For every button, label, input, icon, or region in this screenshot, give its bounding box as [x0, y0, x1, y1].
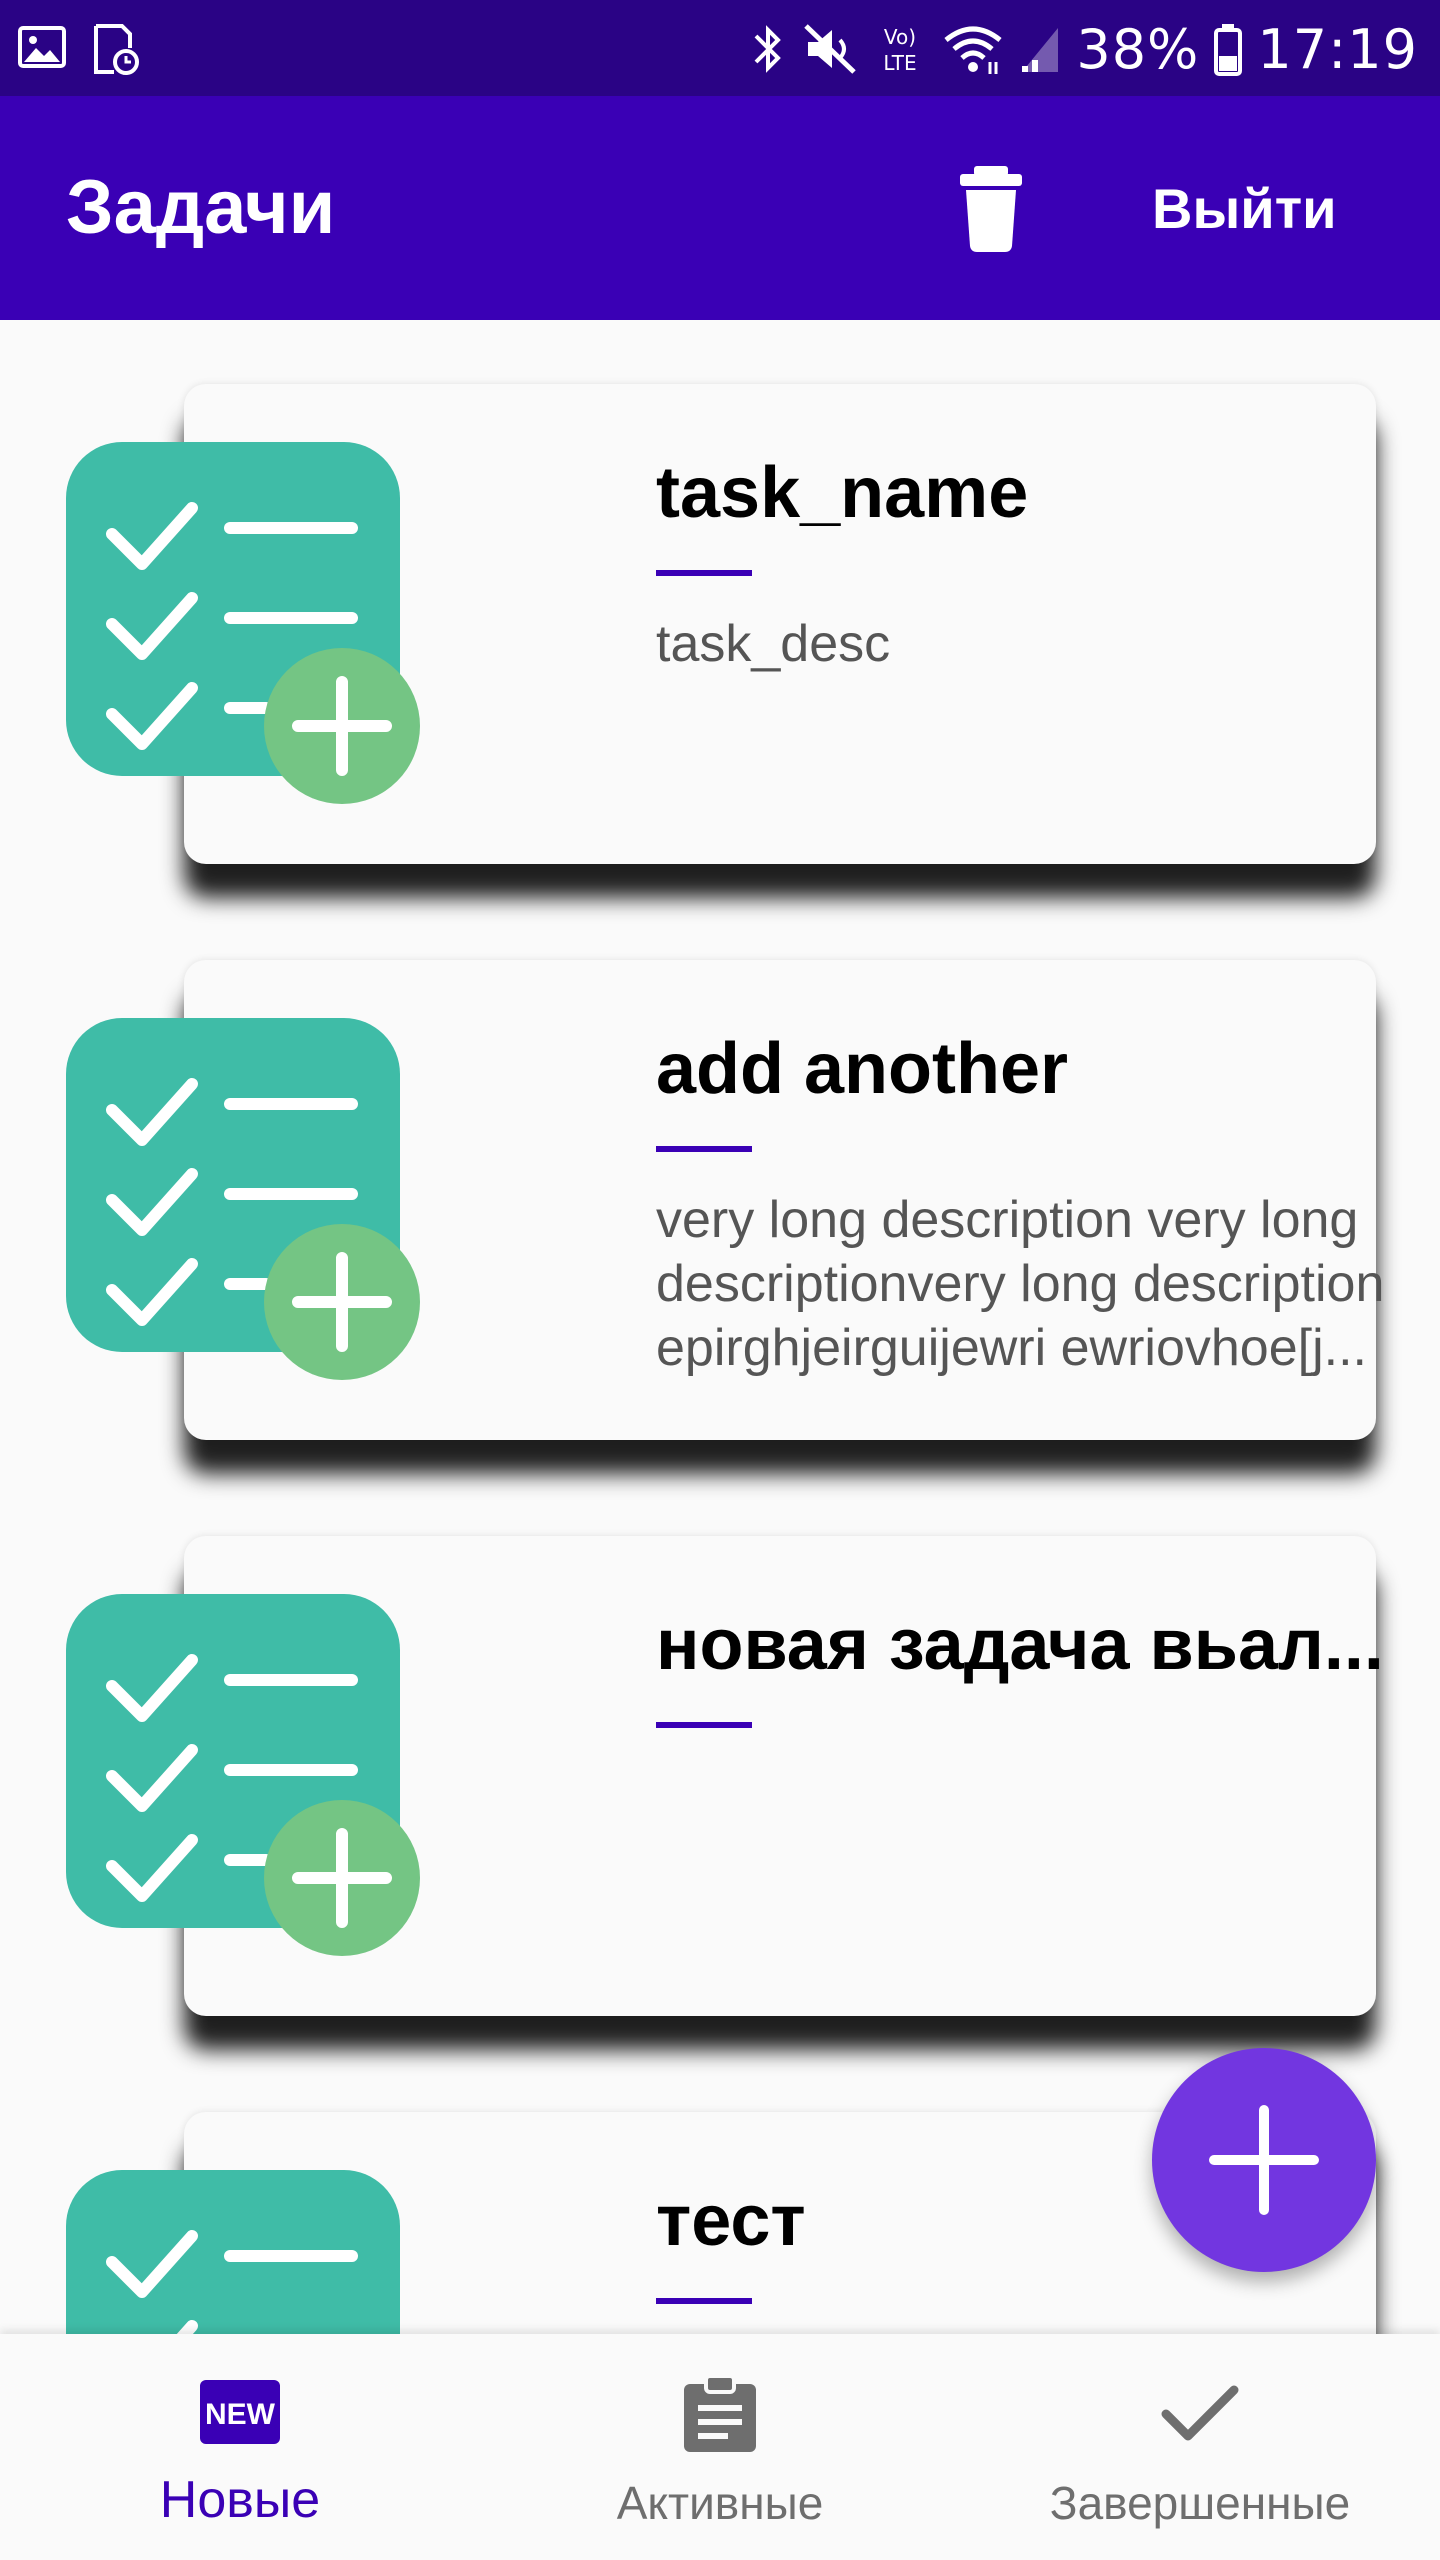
- gallery-icon: [18, 24, 66, 76]
- task-item[interactable]: task_name task_desc: [0, 384, 1440, 864]
- title-underline: [656, 570, 752, 576]
- checkmark-icon: [1161, 2385, 1239, 2441]
- tab-completed[interactable]: Завершенные: [960, 2334, 1440, 2560]
- signal-icon: [1018, 22, 1062, 76]
- task-title: task_name: [656, 453, 1029, 533]
- svg-text:Vo): Vo): [884, 25, 916, 49]
- page-title: Задачи: [66, 165, 336, 250]
- checklist-add-icon: [66, 1018, 420, 1380]
- clipboard-icon: [684, 2374, 756, 2452]
- tab-new[interactable]: NEW Новые: [0, 2334, 480, 2560]
- battery-icon: [1213, 22, 1243, 76]
- wifi-icon: [942, 22, 1004, 76]
- app-bar: Задачи Выйти: [0, 96, 1440, 320]
- title-underline: [656, 2298, 752, 2304]
- checklist-add-icon: [66, 1594, 420, 1956]
- volte-icon: Vo) LTE: [872, 22, 928, 76]
- file-clock-icon: [92, 24, 140, 76]
- checklist-add-icon: [66, 2170, 400, 2334]
- clock: 17:19: [1257, 17, 1418, 81]
- new-badge-text: NEW: [205, 2398, 276, 2431]
- checklist-add-icon: [66, 442, 420, 804]
- delete-button[interactable]: [948, 160, 1034, 254]
- task-description: task_desc: [656, 615, 891, 673]
- task-list: task_name task_desc add another very lon…: [0, 320, 1440, 2334]
- status-bar: Vo) LTE 38% 17:19: [0, 0, 1440, 96]
- task-item[interactable]: новая задача вьал...: [0, 1536, 1440, 2016]
- plus-icon: [1209, 2105, 1319, 2215]
- battery-percent: 38%: [1076, 17, 1200, 81]
- tab-active[interactable]: Активные: [480, 2334, 960, 2560]
- bottom-navigation: NEW Новые Активные Завершенные: [0, 2334, 1440, 2560]
- mute-icon: [802, 22, 858, 76]
- task-title: новая задача вьал...: [656, 1605, 1384, 1685]
- task-title: add another: [656, 1029, 1069, 1109]
- task-title: тест: [656, 2181, 806, 2261]
- bluetooth-icon: [748, 22, 788, 76]
- task-description: very long description very long descript…: [656, 1191, 1385, 1377]
- tab-label: Завершенные: [1049, 2477, 1351, 2529]
- tab-label: Новые: [159, 2471, 321, 2529]
- trash-icon: [960, 166, 1022, 252]
- new-badge-icon: NEW: [200, 2380, 280, 2444]
- svg-text:LTE: LTE: [884, 51, 917, 75]
- task-item[interactable]: add another very long description very l…: [0, 960, 1440, 1440]
- add-task-button[interactable]: [1152, 2048, 1376, 2272]
- title-underline: [656, 1722, 752, 1728]
- title-underline: [656, 1146, 752, 1152]
- tab-label: Активные: [616, 2477, 824, 2529]
- logout-button[interactable]: Выйти: [1152, 176, 1337, 241]
